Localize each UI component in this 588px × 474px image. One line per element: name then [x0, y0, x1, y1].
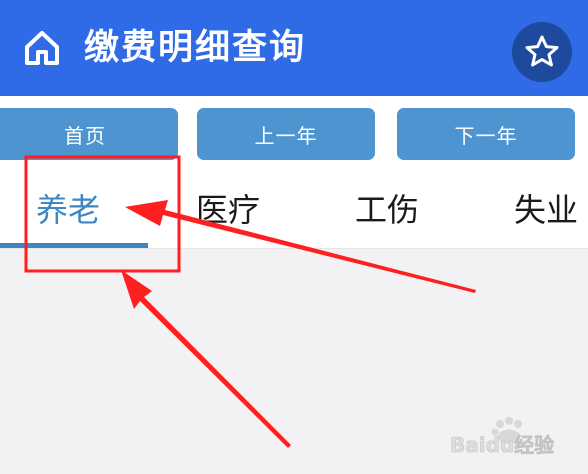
- watermark-text: Baidu经验: [450, 433, 554, 457]
- baidu-jingyan-watermark: Baidu经验: [450, 417, 554, 457]
- tutorial-annotation: [24, 155, 476, 448]
- annotation-arrow-bottom: [121, 270, 291, 448]
